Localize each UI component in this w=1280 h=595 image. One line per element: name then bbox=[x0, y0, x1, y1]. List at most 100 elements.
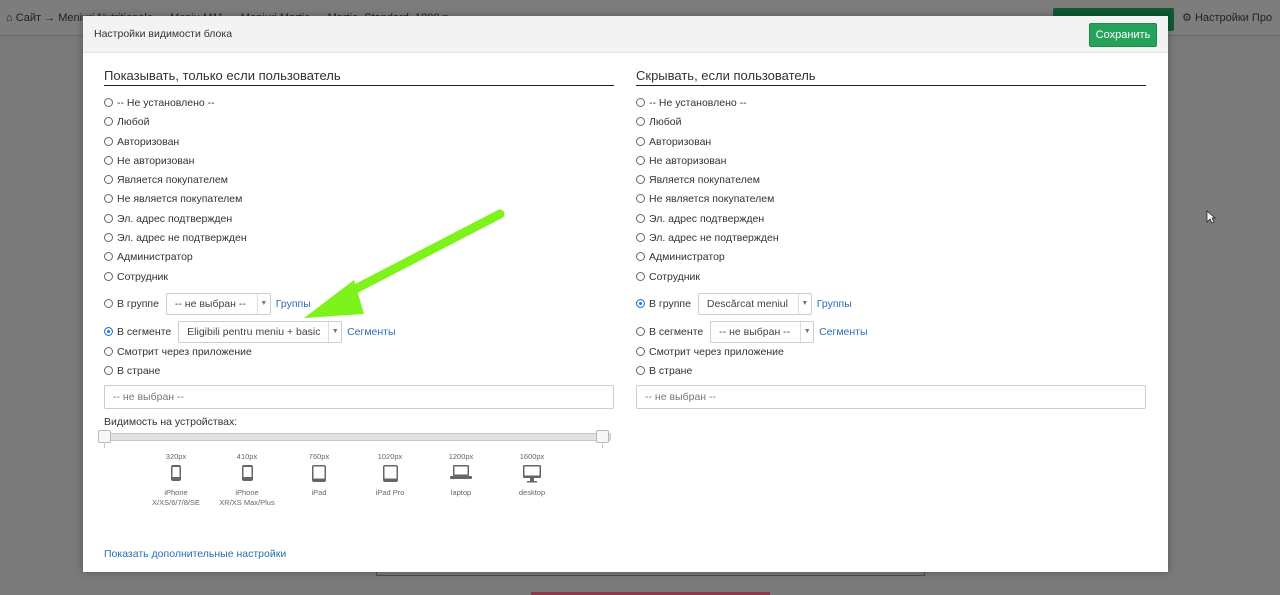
show-group-radio[interactable] bbox=[104, 298, 113, 308]
show-option-label: Любой bbox=[117, 116, 150, 129]
show-country-radio[interactable] bbox=[104, 366, 113, 376]
hide-segments-link[interactable]: Сегменты bbox=[819, 326, 867, 338]
device-laptop[interactable]: 1200px laptop bbox=[426, 452, 496, 498]
device-range-slider[interactable] bbox=[104, 433, 611, 441]
show-country-label: В стране bbox=[117, 365, 161, 378]
device-ipad-pro[interactable]: 1020px iPad Pro bbox=[355, 452, 425, 498]
show-country-select[interactable]: -- не выбран -- bbox=[104, 384, 614, 409]
show-option-label: Эл. адрес не подтвержден bbox=[117, 232, 247, 245]
hide-option[interactable]: Не авторизован bbox=[636, 154, 1146, 173]
device-name: desktop bbox=[518, 488, 546, 497]
show-radio[interactable] bbox=[104, 175, 113, 185]
device-width-label: 1200px bbox=[448, 452, 474, 461]
show-option[interactable]: -- Не установлено -- bbox=[104, 96, 614, 115]
hide-radio[interactable] bbox=[636, 175, 645, 185]
hide-if-title: Скрывать, если пользователь bbox=[636, 68, 1146, 86]
hide-option[interactable]: Администратор bbox=[636, 250, 1146, 269]
device-iphone[interactable]: 320px iPhone X/XS/6/7/8/SE bbox=[141, 452, 211, 508]
device-visibility-label: Видимость на устройствах: bbox=[104, 416, 238, 428]
show-segment-radio[interactable] bbox=[104, 326, 113, 336]
show-radio[interactable] bbox=[104, 252, 113, 262]
hide-option[interactable]: Не является покупателем bbox=[636, 192, 1146, 211]
show-radio[interactable] bbox=[104, 271, 113, 281]
modal-title: Настройки видимости блока bbox=[94, 28, 233, 40]
hide-group-label: В группе bbox=[649, 297, 691, 310]
show-group-label: В группе bbox=[117, 297, 159, 310]
device-iphone[interactable]: 410px iPhone XR/XS Max/Plus bbox=[212, 452, 282, 508]
show-radio[interactable] bbox=[104, 233, 113, 243]
show-option[interactable]: Является покупателем bbox=[104, 173, 614, 192]
laptop-icon bbox=[426, 464, 496, 484]
hide-option[interactable]: Сотрудник bbox=[636, 270, 1146, 289]
show-segment-select-value: Eligibili pentru meniu + basic bbox=[187, 325, 321, 338]
show-radio[interactable] bbox=[104, 136, 113, 146]
device-width-label: 410px bbox=[236, 452, 258, 461]
hide-segment-radio[interactable] bbox=[636, 326, 645, 336]
slider-tick bbox=[104, 442, 105, 448]
hide-option[interactable]: Эл. адрес подтвержден bbox=[636, 212, 1146, 231]
hide-app-option[interactable]: Смотрит через приложение bbox=[636, 345, 1146, 364]
show-option[interactable]: Авторизован bbox=[104, 135, 614, 154]
hide-group-radio[interactable] bbox=[636, 298, 645, 308]
hide-option[interactable]: Любой bbox=[636, 115, 1146, 134]
hide-option-label: Любой bbox=[649, 116, 682, 129]
hide-country-option[interactable]: В стране bbox=[636, 364, 1146, 383]
device-name: iPhone bbox=[164, 488, 188, 497]
hide-radio[interactable] bbox=[636, 213, 645, 223]
hide-group-select[interactable]: Descărcat meniul ▼ bbox=[697, 292, 812, 315]
hide-groups-link[interactable]: Группы bbox=[817, 298, 852, 310]
hide-radio[interactable] bbox=[636, 136, 645, 146]
device-model: XR/XS Max/Plus bbox=[219, 498, 275, 507]
show-radio[interactable] bbox=[104, 213, 113, 223]
hide-segment-select[interactable]: -- не выбран -- ▼ bbox=[710, 320, 815, 343]
device-name: iPhone bbox=[235, 488, 259, 497]
show-app-option[interactable]: Смотрит через приложение bbox=[104, 345, 614, 364]
hide-country-placeholder: -- не выбран -- bbox=[645, 390, 716, 403]
tablet-icon bbox=[284, 464, 354, 484]
hide-option-label: Является покупателем bbox=[649, 174, 760, 187]
chevron-down-icon: ▼ bbox=[256, 293, 270, 314]
hide-country-radio[interactable] bbox=[636, 366, 645, 376]
hide-option-label: Не авторизован bbox=[649, 154, 727, 167]
show-radio[interactable] bbox=[104, 98, 113, 107]
hide-if-options: -- Не установлено -- Любой Авторизован Не а… bbox=[636, 96, 1146, 289]
modal-header: Настройки видимости блока Сохранить bbox=[83, 16, 1168, 53]
show-country-placeholder: -- не выбран -- bbox=[113, 390, 184, 403]
hide-radio[interactable] bbox=[636, 117, 645, 127]
hide-app-radio[interactable] bbox=[636, 346, 645, 356]
hide-radio[interactable] bbox=[636, 233, 645, 243]
hide-radio[interactable] bbox=[636, 271, 645, 281]
device-desktop[interactable]: 1600px desktop bbox=[497, 452, 567, 498]
device-width-label: 760px bbox=[308, 452, 330, 461]
show-radio[interactable] bbox=[104, 117, 113, 127]
show-option[interactable]: Не авторизован bbox=[104, 154, 614, 173]
show-app-radio[interactable] bbox=[104, 346, 113, 356]
show-if-title: Показывать, только если пользователь bbox=[104, 68, 614, 86]
device-width-label: 320px bbox=[165, 452, 187, 461]
hide-app-label: Смотрит через приложение bbox=[649, 345, 784, 358]
show-radio[interactable] bbox=[104, 155, 113, 165]
hide-option[interactable]: Является покупателем bbox=[636, 173, 1146, 192]
hide-radio[interactable] bbox=[636, 155, 645, 165]
show-segment-select[interactable]: Eligibili pentru meniu + basic ▼ bbox=[178, 320, 343, 343]
device-ipad[interactable]: 760px iPad bbox=[284, 452, 354, 498]
show-group-select[interactable]: -- не выбран -- ▼ bbox=[165, 292, 271, 315]
hide-radio[interactable] bbox=[636, 194, 645, 204]
hide-radio[interactable] bbox=[636, 98, 645, 107]
desktop-icon bbox=[497, 464, 567, 484]
show-more-settings-link[interactable]: Показать дополнительные настройки bbox=[104, 548, 286, 560]
hide-option[interactable]: Авторизован bbox=[636, 135, 1146, 154]
chevron-down-icon: ▼ bbox=[328, 321, 341, 342]
save-button[interactable]: Сохранить bbox=[1089, 23, 1157, 47]
hide-option[interactable]: -- Не установлено -- bbox=[636, 96, 1146, 115]
show-option[interactable]: Любой bbox=[104, 115, 614, 134]
show-country-option[interactable]: В стране bbox=[104, 364, 614, 383]
hide-if-column: Скрывать, если пользователь -- Не устано… bbox=[636, 68, 1146, 409]
hide-segment-label: В сегменте bbox=[649, 325, 704, 338]
show-radio[interactable] bbox=[104, 194, 113, 204]
hide-option[interactable]: Эл. адрес не подтвержден bbox=[636, 231, 1146, 250]
hide-radio[interactable] bbox=[636, 252, 645, 262]
hide-option-label: Авторизован bbox=[649, 135, 712, 148]
show-segments-link[interactable]: Сегменты bbox=[347, 326, 395, 338]
hide-country-select[interactable]: -- не выбран -- bbox=[636, 384, 1146, 409]
